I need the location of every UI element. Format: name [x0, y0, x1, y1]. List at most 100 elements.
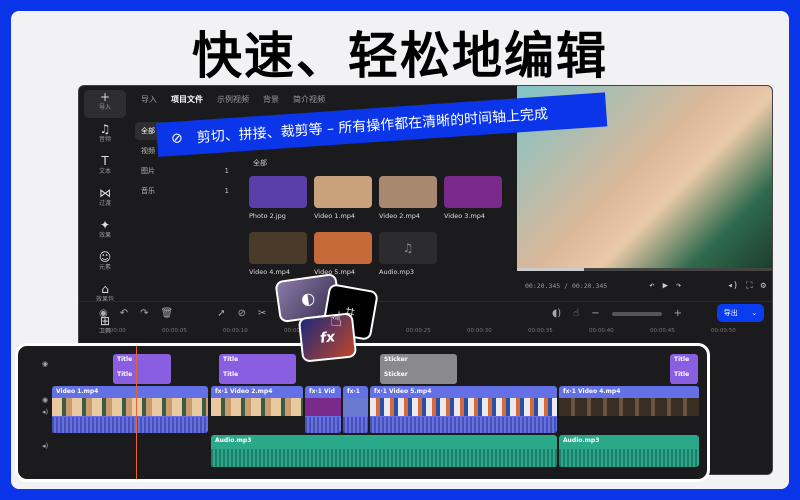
media-grid: Photo 2.jpg Video 1.mp4 Video 2.mp4 Video 3…	[249, 176, 502, 276]
sidebar-label: 音频	[98, 136, 111, 143]
sidebar-label: 导入	[98, 104, 111, 111]
settings-gear-icon[interactable]: ⚙	[761, 281, 766, 291]
tab-import[interactable]: 导入	[141, 94, 157, 105]
ruler-tick-label: 00:00:30	[467, 328, 492, 334]
music-note-icon: ♫	[379, 232, 437, 264]
step-forward-icon[interactable]: ↷	[676, 281, 681, 291]
media-item[interactable]: Video 5.mp4	[314, 232, 372, 276]
fx-card[interactable]: fx	[297, 312, 358, 363]
ruler-tick-label: 00:00:05	[162, 328, 187, 334]
step-back-icon[interactable]: ↶	[649, 281, 654, 291]
cut-icon[interactable]: ✂	[258, 308, 266, 319]
video-clip[interactable]: fx·1 Video 5.mp4	[370, 386, 557, 433]
clip-label: Title	[223, 371, 239, 378]
zoom-out-icon[interactable]: −	[591, 308, 599, 319]
media-thumbnail	[314, 232, 372, 264]
sidebar-item-import[interactable]: + 导入	[84, 90, 126, 118]
audio-icon[interactable]: ◖)	[552, 308, 561, 319]
fx-icon: fx	[319, 328, 336, 347]
headline: 快速、轻松地编辑	[192, 27, 608, 85]
sticker-clip[interactable]: Sticker Sticker	[380, 354, 457, 384]
split-icon[interactable]: ⊘	[238, 308, 246, 319]
speaker-icon[interactable]: ◂)	[42, 442, 48, 450]
sidebar: + 导入 ♫ 音频 T 文本 ⋈ 过渡 ✦ 效果 ☺ 元素 ⌂ 效果包 ⊞ 工具	[79, 86, 131, 335]
clip-label: Audio.mp3	[215, 437, 252, 444]
sidebar-item-audio[interactable]: ♫ 音频	[84, 122, 126, 150]
smiley-icon: ☺	[98, 250, 112, 264]
playback-progress[interactable]	[517, 268, 772, 271]
playhead[interactable]	[136, 346, 137, 479]
eye-icon[interactable]: ◉	[42, 360, 48, 368]
title-clip[interactable]: Title Title	[113, 354, 171, 384]
ruler-tick-label: 00:00:40	[589, 328, 614, 334]
clip-label: fx·1	[347, 388, 360, 395]
media-item[interactable]: Video 4.mp4	[249, 232, 307, 276]
media-item[interactable]: Video 1.mp4	[314, 176, 372, 220]
category-images[interactable]: 图片 1	[135, 162, 235, 180]
tab-sample-videos[interactable]: 示例视频	[217, 94, 249, 105]
timeline-toolbar: ◉ ↶ ↷ 🗑 ➚ ⊘ ✂ ◖) ☝ − +	[79, 301, 772, 325]
tab-intro-videos[interactable]: 简介视频	[293, 94, 325, 105]
chevron-down-icon[interactable]: ⌄	[751, 309, 757, 317]
zoom-in-icon[interactable]: +	[674, 308, 682, 319]
media-item[interactable]: Video 3.mp4	[444, 176, 502, 220]
play-icon[interactable]: ▶	[663, 281, 668, 291]
fullscreen-icon[interactable]: ⛶	[746, 281, 752, 291]
media-thumbnail	[249, 232, 307, 264]
clip-label: Sticker	[384, 371, 408, 378]
sidebar-item-transitions[interactable]: ⋈ 过渡	[84, 186, 126, 214]
sparkle-icon: ✦	[99, 218, 111, 232]
sidebar-item-text[interactable]: T 文本	[84, 154, 126, 182]
contrast-icon: ◐	[299, 287, 317, 309]
tab-project-files[interactable]: 项目文件	[171, 94, 203, 105]
zoom-slider[interactable]	[611, 311, 662, 316]
marker-icon[interactable]: ☝	[573, 308, 579, 319]
undo-icon[interactable]: ↶	[120, 308, 128, 319]
record-icon[interactable]: ◉	[99, 308, 108, 319]
category-label: 视频	[141, 147, 155, 155]
category-label: 音乐	[141, 187, 155, 195]
select-cursor-icon[interactable]: ➚	[217, 308, 225, 319]
media-label: Video 1.mp4	[314, 212, 356, 220]
plus-icon: +	[99, 90, 111, 104]
effect-cards: ◐ ⌗ fx ☝	[274, 272, 390, 365]
category-music[interactable]: 音乐 1	[135, 182, 235, 200]
ruler-tick-label: 00:00:50	[711, 328, 736, 334]
eye-icon[interactable]: ◉	[42, 396, 48, 404]
redo-icon[interactable]: ↷	[140, 308, 148, 319]
sidebar-item-elements[interactable]: ☺ 元素	[84, 250, 126, 278]
pack-icon: ⌂	[101, 282, 109, 296]
ruler-tick-label: 00:00:25	[406, 328, 431, 334]
export-label: 导出	[723, 309, 738, 317]
ruler-tick-label: 00:00:45	[650, 328, 675, 334]
clip-label: Title	[674, 371, 690, 378]
media-item[interactable]: Video 2.mp4	[379, 176, 437, 220]
audio-clip[interactable]: Audio.mp3	[211, 435, 557, 467]
media-tabs: 导入 项目文件 示例视频 背景 简介视频	[141, 94, 325, 105]
video-clip[interactable]: fx·1 Video 2.mp4	[211, 386, 303, 416]
speaker-icon[interactable]: ◂)	[42, 408, 48, 416]
video-clip[interactable]: Video 1.mp4	[52, 386, 208, 433]
video-clip[interactable]: fx·1 Video 4.mp4	[559, 386, 699, 416]
media-item[interactable]: Photo 2.jpg	[249, 176, 307, 220]
clip-label: Audio.mp3	[563, 437, 600, 444]
export-button[interactable]: 导出 ⌄	[717, 304, 764, 322]
clip-label: fx·1 Vid	[309, 388, 335, 395]
title-clip[interactable]: Title Title	[670, 354, 698, 384]
video-clip[interactable]: fx·1 Vid	[305, 386, 341, 433]
sidebar-item-effects[interactable]: ✦ 效果	[84, 218, 126, 246]
time-ruler[interactable]: 00:00:0000:00:0500:00:1000:00:1500:00:20…	[79, 326, 772, 340]
delete-icon[interactable]: 🗑	[161, 308, 174, 319]
tab-backgrounds[interactable]: 背景	[263, 94, 279, 105]
media-label: Video 3.mp4	[444, 212, 486, 220]
music-icon: ♫	[99, 122, 111, 136]
sidebar-label: 效果	[98, 232, 111, 239]
sidebar-label: 过渡	[98, 200, 111, 207]
media-label: Video 2.mp4	[379, 212, 421, 220]
volume-icon[interactable]: ◂)	[727, 281, 738, 291]
media-thumbnail	[314, 176, 372, 208]
media-item[interactable]: ♫ Audio.mp3	[379, 232, 437, 276]
audio-clip[interactable]: Audio.mp3	[559, 435, 699, 467]
video-clip[interactable]: fx·1	[343, 386, 368, 433]
category-label: 全部	[141, 127, 155, 135]
